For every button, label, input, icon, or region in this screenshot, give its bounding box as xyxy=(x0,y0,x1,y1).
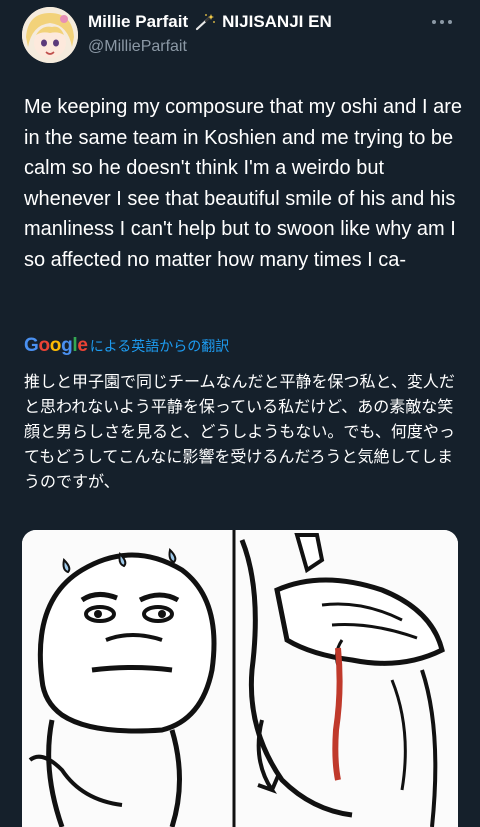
translated-text: 推しと甲子園で同じチームなんだと平静を保つ私と、変人だと思われないよう平静を保っ… xyxy=(24,374,455,491)
more-dot xyxy=(448,20,452,24)
display-name[interactable]: Millie Parfait xyxy=(88,12,188,32)
translation-attribution[interactable]: Google による英語からの翻訳 xyxy=(24,335,230,356)
more-dot xyxy=(440,20,444,24)
more-options-icon[interactable] xyxy=(432,20,452,24)
tweet-image[interactable] xyxy=(22,530,458,827)
affiliation[interactable]: NIJISANJI EN xyxy=(222,12,332,32)
avatar[interactable] xyxy=(22,7,78,63)
tweet-text: Me keeping my composure that my oshi and… xyxy=(24,96,468,271)
google-logo: Google xyxy=(24,335,88,356)
user-handle[interactable]: @MillieParfait xyxy=(88,38,187,56)
translation-label[interactable]: による英語からの翻訳 xyxy=(90,336,230,356)
name-row: Millie Parfait NIJISANJI EN xyxy=(88,12,332,32)
avatar-image xyxy=(22,7,78,63)
magic-wand-icon xyxy=(196,14,216,31)
tweet-header: Millie Parfait NIJISANJI EN @MillieParfa… xyxy=(0,0,480,80)
meme-drawing xyxy=(22,530,458,827)
more-dot xyxy=(432,20,436,24)
